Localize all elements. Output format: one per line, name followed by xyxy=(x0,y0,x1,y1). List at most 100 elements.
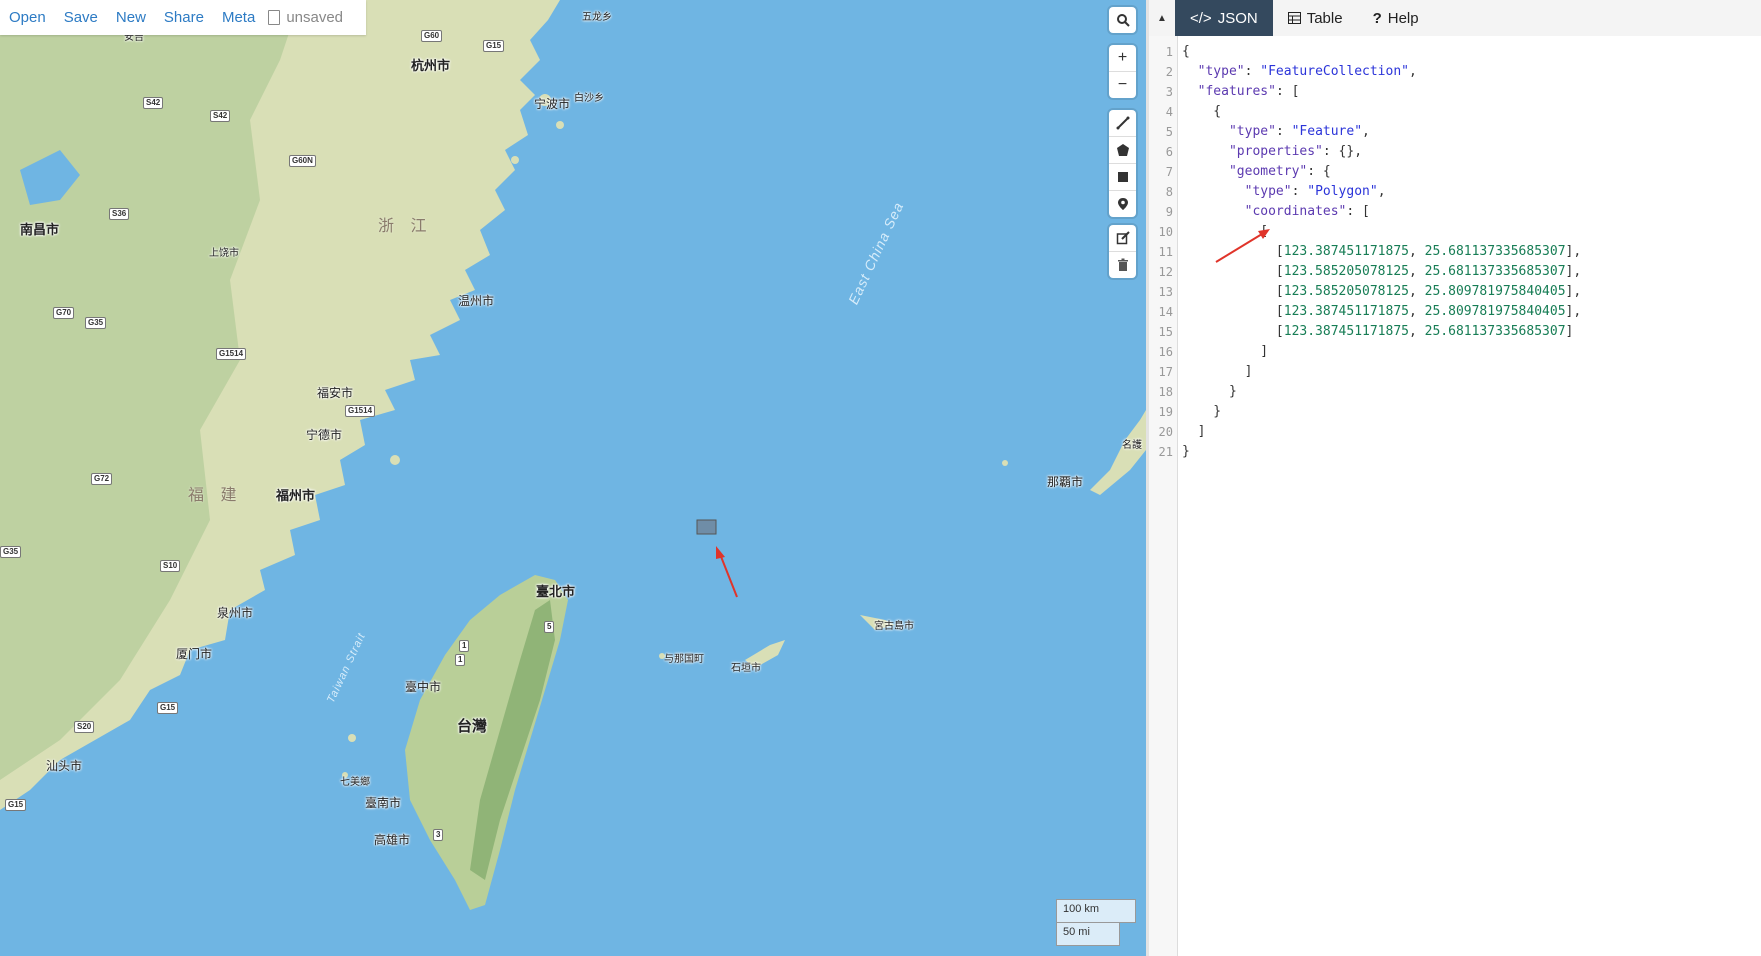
line-number: 11 xyxy=(1158,245,1173,259)
line-number: 8 xyxy=(1165,185,1173,199)
place-tainan: 臺南市 xyxy=(365,796,402,810)
collapse-panel-button[interactable]: ▲ xyxy=(1149,0,1175,36)
map-view[interactable]: 浙 江 福 建 East China Sea Taiwan Strait 杭州市… xyxy=(0,0,1146,956)
code-line: { xyxy=(1182,104,1222,119)
place-nago: 名護 xyxy=(1122,440,1142,451)
line-number-gutter: 1 2 3 4 5 6 7 8 9 10 11 12 13 14 15 16 1… xyxy=(1149,36,1178,956)
place-wenzhou: 温州市 xyxy=(458,294,495,308)
share-button[interactable]: Share xyxy=(155,9,213,26)
line-number: 3 xyxy=(1165,85,1173,99)
search-icon xyxy=(1116,14,1130,27)
code-line: [123.585205078125, 25.681137335685307], xyxy=(1182,264,1582,279)
road-shield: G15 xyxy=(5,799,27,811)
place-ningde: 宁德市 xyxy=(306,428,343,442)
editor-pane: ▲ </> JSON Table ? Help 1 2 3 4 5 6 7 8 … xyxy=(1149,0,1761,956)
road-shield: 1 xyxy=(455,654,466,666)
road-shield: G60N xyxy=(289,155,316,167)
draw-marker-button[interactable] xyxy=(1109,191,1136,217)
line-number: 1 xyxy=(1165,45,1173,59)
save-button[interactable]: Save xyxy=(55,9,107,26)
line-number: 7 xyxy=(1165,165,1173,179)
line-number: 6 xyxy=(1165,145,1173,159)
scale-imperial: 50 mi xyxy=(1056,923,1120,946)
edit-layers-button[interactable] xyxy=(1109,225,1136,252)
json-editor[interactable]: 1 2 3 4 5 6 7 8 9 10 11 12 13 14 15 16 1… xyxy=(1149,36,1761,956)
place-quanzhou: 泉州市 xyxy=(217,606,254,620)
line-number: 19 xyxy=(1158,405,1173,419)
code-line: ] xyxy=(1182,364,1253,379)
line-number: 12 xyxy=(1158,265,1173,279)
road-shield: G60 xyxy=(421,30,443,42)
road-shield: 3 xyxy=(433,829,444,841)
line-number: 5 xyxy=(1165,125,1173,139)
unsaved-status: unsaved xyxy=(264,9,352,26)
place-yonaguni: 与那国町 xyxy=(664,654,704,665)
road-shield: G1514 xyxy=(216,348,247,360)
road-shield: G70 xyxy=(53,307,75,319)
draw-line-button[interactable] xyxy=(1109,110,1136,137)
tab-json[interactable]: </> JSON xyxy=(1175,0,1273,36)
tab-help-label: Help xyxy=(1387,9,1419,27)
map-scale: 100 km 50 mi xyxy=(1056,899,1136,946)
tab-table[interactable]: Table xyxy=(1273,0,1358,36)
road-shield: G15 xyxy=(157,702,179,714)
place-kaohsiung: 高雄市 xyxy=(374,833,411,847)
code-line: ] xyxy=(1182,344,1269,359)
draw-polygon-button[interactable] xyxy=(1109,137,1136,164)
rectangle-icon xyxy=(1117,172,1128,182)
province-label-zhejiang: 浙 江 xyxy=(378,218,433,235)
place-ishigaki: 石垣市 xyxy=(731,663,761,674)
line-number: 15 xyxy=(1158,325,1173,339)
code-line: "coordinates": [ xyxy=(1244,204,1370,219)
unsaved-label: unsaved xyxy=(286,9,344,26)
trash-icon xyxy=(1117,258,1128,271)
place-baishaxiang: 白沙乡 xyxy=(574,93,604,104)
place-taiwan: 台灣 xyxy=(457,718,488,735)
zoom-control: + − xyxy=(1109,45,1136,98)
code-line: { xyxy=(1182,44,1190,59)
edit-control xyxy=(1109,225,1136,278)
map-basemap xyxy=(0,0,1146,910)
code-line: } xyxy=(1182,404,1222,419)
okinawa-island xyxy=(1090,410,1146,495)
editor-tabs: ▲ </> JSON Table ? Help xyxy=(1149,0,1761,36)
line-number: 2 xyxy=(1165,65,1173,79)
place-nanchang: 南昌市 xyxy=(20,222,60,237)
tab-help[interactable]: ? Help xyxy=(1358,0,1434,36)
line-number: 4 xyxy=(1165,105,1173,119)
code-line: ] xyxy=(1182,424,1206,439)
road-shield: S42 xyxy=(210,110,231,122)
drawn-rectangle-feature xyxy=(696,519,717,535)
line-number: 20 xyxy=(1158,425,1173,439)
zoom-in-button[interactable]: + xyxy=(1109,45,1136,72)
road-shield: G15 xyxy=(483,40,505,52)
draw-rectangle-button[interactable] xyxy=(1109,164,1136,191)
road-shield: G1514 xyxy=(345,405,376,417)
code-icon: </> xyxy=(1190,9,1212,27)
road-shield: S20 xyxy=(74,721,95,733)
place-hangzhou: 杭州市 xyxy=(411,58,451,73)
search-control xyxy=(1109,7,1136,33)
road-shield: S42 xyxy=(143,97,164,109)
new-button[interactable]: New xyxy=(107,9,155,26)
open-button[interactable]: Open xyxy=(0,9,55,26)
delete-layers-button[interactable] xyxy=(1109,252,1136,278)
line-icon xyxy=(1116,116,1129,130)
code-line: [123.387451171875, 25.681137335685307] xyxy=(1182,324,1574,339)
code-line: } xyxy=(1182,384,1237,399)
line-number: 14 xyxy=(1158,305,1173,319)
road-shield: S10 xyxy=(160,560,181,572)
code-line: "type": "Feature", xyxy=(1228,124,1370,139)
line-number: 21 xyxy=(1158,445,1173,459)
place-taichung: 臺中市 xyxy=(405,680,442,694)
code-line: "properties": {}, xyxy=(1228,144,1363,159)
line-number: 10 xyxy=(1158,225,1173,239)
zoom-out-button[interactable]: − xyxy=(1109,72,1136,98)
line-number: 18 xyxy=(1158,385,1173,399)
meta-button[interactable]: Meta xyxy=(213,9,264,26)
search-button[interactable] xyxy=(1109,7,1136,33)
edit-icon xyxy=(1116,231,1130,245)
place-shangrao: 上饶市 xyxy=(209,248,239,259)
line-number: 13 xyxy=(1158,285,1173,299)
place-shantou: 汕头市 xyxy=(46,759,83,773)
